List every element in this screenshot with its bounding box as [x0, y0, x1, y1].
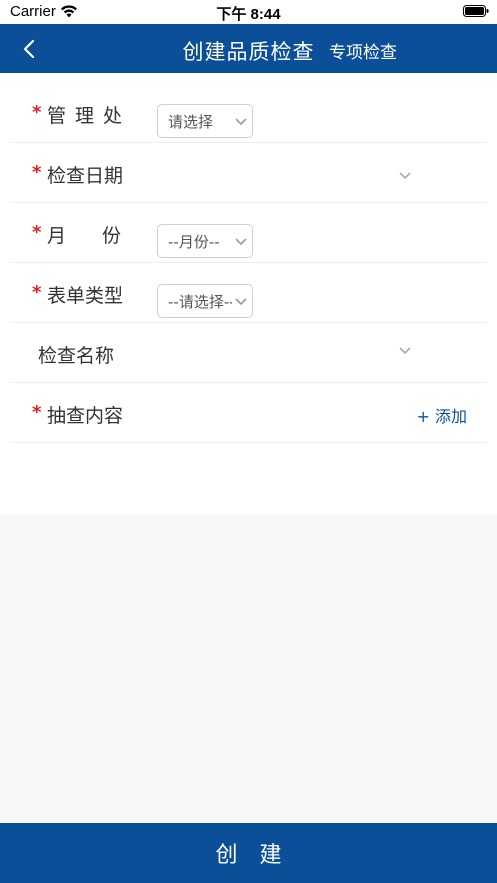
form-type-select[interactable]: --请选择-- — [157, 284, 253, 318]
form-type-label: 表单类型 — [47, 285, 124, 307]
chevron-down-icon — [399, 172, 411, 180]
month-select-value: --月份-- — [168, 232, 220, 251]
required-mark: * — [32, 162, 42, 183]
management-office-select-value: 请选择 — [168, 112, 214, 131]
chevron-down-icon — [399, 347, 411, 355]
required-mark: * — [32, 222, 42, 243]
required-mark: * — [32, 282, 42, 303]
management-office-label: 管理处 — [47, 105, 132, 127]
spot-check-content-label: 抽查内容 — [47, 405, 124, 427]
form-row-month: * 月份 --月份-- — [10, 203, 487, 263]
chevron-down-icon — [235, 298, 247, 306]
required-mark: * — [32, 402, 42, 423]
form-row-inspection-name[interactable]: 检查名称 — [10, 323, 487, 383]
inspection-date-label: 检查日期 — [47, 165, 124, 187]
page: Carrier 下午 8:44 创建品质检查 专项检查 * 管理处 请选择 * … — [0, 0, 497, 883]
special-inspection-button[interactable]: 专项检查 — [329, 38, 397, 63]
inspection-form: * 管理处 请选择 * 检查日期 * 月份 --月份-- * 表单类型 --请选… — [0, 73, 497, 514]
status-bar: Carrier 下午 8:44 — [0, 0, 497, 24]
form-row-spot-check-content: * 抽查内容 + 添加 — [10, 383, 487, 443]
page-title: 创建品质检查 — [182, 40, 315, 64]
required-mark: * — [32, 102, 42, 123]
battery-icon — [463, 5, 489, 17]
add-content-button[interactable]: + 添加 — [417, 403, 468, 427]
inspection-name-label: 检查名称 — [38, 345, 115, 367]
form-row-inspection-date[interactable]: * 检查日期 — [10, 143, 487, 203]
form-type-select-value: --请选择-- — [168, 292, 232, 311]
nav-bar: 创建品质检查 专项检查 — [0, 24, 497, 73]
month-label: 月份 — [47, 225, 158, 247]
month-select[interactable]: --月份-- — [157, 224, 253, 258]
chevron-down-icon — [235, 118, 247, 126]
status-time: 下午 8:44 — [216, 6, 281, 23]
chevron-down-icon — [235, 238, 247, 246]
create-button[interactable]: 创建 — [0, 823, 497, 883]
form-row-management-office: * 管理处 请选择 — [10, 83, 487, 143]
management-office-select[interactable]: 请选择 — [157, 104, 253, 138]
form-row-form-type: * 表单类型 --请选择-- — [10, 263, 487, 323]
